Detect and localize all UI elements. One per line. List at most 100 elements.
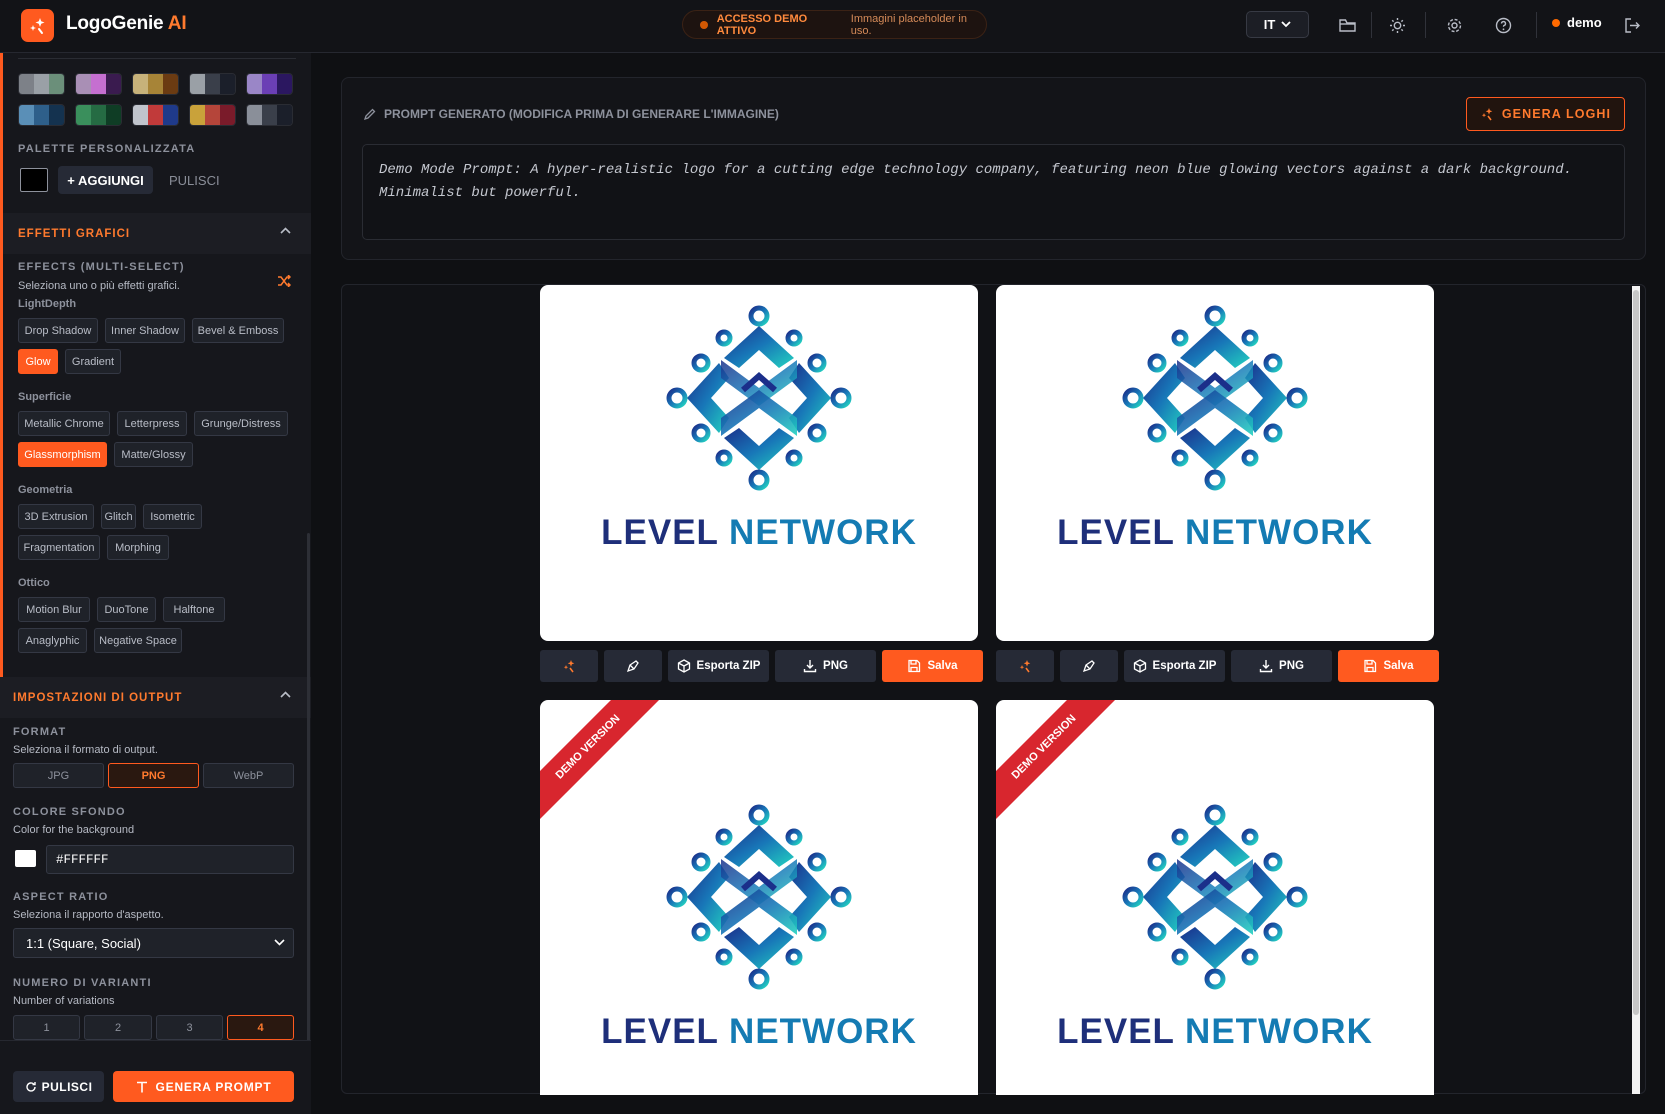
output-section-header[interactable]: IMPOSTAZIONI DI OUTPUT [0,677,311,718]
demo-status-note: Immagini placeholder in uso. [850,12,967,37]
effect-chip[interactable]: Gradient [65,349,121,374]
logo-card[interactable]: LEVEL NETWORK DEMO VERSION [996,700,1434,1095]
gallery-scrollbar-thumb[interactable] [1633,290,1639,1015]
chevron-down-icon [274,939,285,946]
folder-icon[interactable] [1336,14,1358,36]
vector-button[interactable] [1060,650,1118,682]
logo-card[interactable]: LEVEL NETWORK [540,285,978,641]
effect-chip[interactable]: Glow [18,349,58,374]
variant-4[interactable]: 4 [227,1015,294,1040]
export-zip-button[interactable]: Esporta ZIP [668,650,769,682]
format-png[interactable]: PNG [108,763,199,788]
effect-chip[interactable]: Drop Shadow [18,318,98,343]
palette-swatch[interactable] [75,104,122,126]
effect-chip[interactable]: Bevel & Emboss [192,318,284,343]
variant-1[interactable]: 1 [13,1015,80,1040]
effect-chip[interactable]: Morphing [107,535,169,560]
palette-swatch[interactable] [132,104,179,126]
effect-chip[interactable]: Glassmorphism [18,442,107,467]
palette-swatch[interactable] [18,73,65,95]
effect-chip[interactable]: Motion Blur [18,597,90,622]
divider [1536,12,1537,38]
export-zip-button[interactable]: Esporta ZIP [1124,650,1225,682]
swatch-color [205,105,220,125]
variant-3[interactable]: 3 [156,1015,223,1040]
palette-swatch[interactable] [18,104,65,126]
effect-chip[interactable]: Glitch [101,504,136,529]
status-dot [700,20,708,29]
swatch-color [76,74,91,94]
effect-chip[interactable]: DuoTone [97,597,156,622]
format-webp[interactable]: WebP [203,763,294,788]
divider [1371,12,1372,38]
effect-chip[interactable]: Halftone [163,597,225,622]
save-icon [908,659,921,673]
logout-icon[interactable] [1621,14,1643,36]
effect-chip[interactable]: Negative Space [94,628,182,653]
prompt-textarea[interactable]: Demo Mode Prompt: A hyper-realistic logo… [362,144,1625,240]
save-button[interactable]: Salva [882,650,983,682]
effect-chip[interactable]: Metallic Chrome [18,411,110,436]
swatch-color [277,74,292,94]
magic-button[interactable] [540,650,598,682]
effect-chip[interactable]: Fragmentation [18,535,100,560]
format-jpg[interactable]: JPG [13,763,104,788]
palette-swatch[interactable] [189,104,236,126]
swatch-color [106,74,121,94]
prompt-title-label: PROMPT GENERATO (MODIFICA PRIMA DI GENER… [384,107,779,121]
effects-section-title: EFFETTI GRAFICI [18,227,131,240]
generate-logos-button[interactable]: GENERA LOGHI [1466,97,1625,131]
demo-ribbon: DEMO VERSION [540,700,671,830]
help-icon[interactable] [1492,14,1514,36]
clear-button-label: PULISCI [41,1079,93,1094]
swatch-color [163,74,178,94]
language-select[interactable]: IT [1246,11,1309,38]
bg-color-input[interactable]: #FFFFFF [46,845,294,874]
save-button[interactable]: Salva [1338,650,1439,682]
logo-card[interactable]: LEVEL NETWORK DEMO VERSION [540,700,978,1095]
bg-color-swatch[interactable] [15,850,36,867]
effects-section-header[interactable]: EFFETTI GRAFICI [3,213,311,254]
magic-button[interactable] [996,650,1054,682]
swatch-color [19,74,34,94]
swatch-color [262,74,277,94]
logo-card[interactable]: LEVEL NETWORK [996,285,1434,641]
generate-prompt-button[interactable]: GENERA PROMPT [113,1071,294,1102]
user-menu[interactable]: demo [1552,15,1602,30]
swatch-color [133,74,148,94]
palette-swatch[interactable] [75,73,122,95]
demo-status-label: ACCESSO DEMO ATTIVO [716,12,808,37]
gear-icon[interactable] [1443,14,1465,36]
aspect-ratio-select[interactable]: 1:1 (Square, Social) [13,928,294,958]
effect-category-geometria: Geometria [18,484,73,496]
effect-chip[interactable]: Isometric [143,504,202,529]
palette-swatch[interactable] [189,73,236,95]
effect-chip[interactable]: Matte/Glossy [114,442,193,467]
custom-color-swatch[interactable] [20,168,48,192]
palette-swatch[interactable] [132,73,179,95]
clear-palette-button[interactable]: PULISCI [169,173,220,188]
brand-word-1: LEVEL [601,513,719,552]
palette-swatch[interactable] [246,73,293,95]
effect-chip[interactable]: Grunge/Distress [194,411,288,436]
effect-chip[interactable]: Letterpress [117,411,187,436]
variant-2[interactable]: 2 [84,1015,152,1040]
add-color-button[interactable]: + AGGIUNGI [58,166,153,194]
sidebar-scrollbar[interactable] [307,533,310,1114]
effect-chip[interactable]: Inner Shadow [105,318,185,343]
vector-button[interactable] [604,650,662,682]
download-png-button[interactable]: PNG [775,650,876,682]
effect-chip[interactable]: 3D Extrusion [18,504,94,529]
custom-palette-label: PALETTE PERSONALIZZATA [18,143,196,155]
app-logo[interactable] [21,9,54,42]
download-png-button[interactable]: PNG [1231,650,1332,682]
sidebar-accent [0,53,3,677]
palette-swatch[interactable] [246,104,293,126]
shuffle-icon[interactable] [277,275,291,287]
brand-emblem-icon [666,804,852,990]
sun-icon[interactable] [1386,14,1408,36]
download-icon [1259,660,1273,673]
clear-button[interactable]: PULISCI [13,1071,104,1102]
effect-chip[interactable]: Anaglyphic [18,628,87,653]
brand-emblem-icon [666,305,852,491]
